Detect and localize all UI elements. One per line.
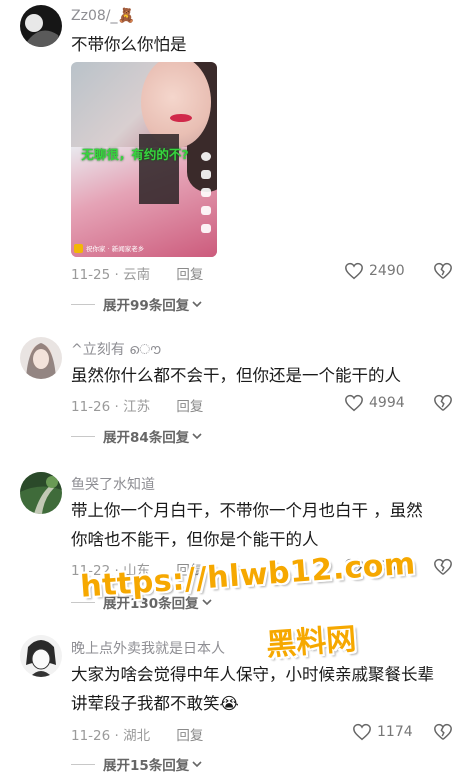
like-count: 1174	[377, 724, 413, 740]
chevron-down-icon	[192, 301, 202, 308]
broken-heart-icon	[434, 558, 452, 575]
dislike-button[interactable]	[433, 558, 453, 580]
like-button[interactable]: 4994	[344, 394, 405, 412]
heart-icon	[345, 262, 363, 280]
comment-location: 湖北	[123, 728, 151, 744]
avatar[interactable]	[20, 5, 62, 47]
comment-date: 11-26	[71, 399, 111, 415]
avatar[interactable]	[20, 635, 62, 677]
reply-button[interactable]: 回复	[176, 399, 203, 415]
meta-separator: ·	[110, 399, 124, 415]
like-count: 2490	[369, 263, 405, 279]
reply-button[interactable]: 回复	[176, 267, 203, 283]
heart-icon	[353, 723, 371, 741]
comment-location: 云南	[123, 267, 151, 283]
video-thumbnail[interactable]: 无聊很，有约的不? 祝你家 · 新闻家老乡	[71, 62, 217, 257]
username[interactable]: ^立刻有 ൌ	[71, 339, 161, 359]
broken-heart-icon	[434, 723, 452, 740]
meta-separator: ·	[110, 267, 124, 283]
like-count: 4994	[369, 395, 405, 411]
comment-date: 11-25	[71, 267, 111, 283]
dislike-button[interactable]	[433, 262, 453, 284]
username[interactable]: 晚上点外卖我就是日本人	[71, 638, 225, 658]
heart-icon	[201, 170, 211, 179]
video-footer-text: 祝你家 · 新闻家老乡	[86, 245, 145, 253]
comment-meta: 11-26 · 湖北 回复	[71, 724, 203, 744]
star-icon	[201, 206, 211, 215]
expand-replies[interactable]: 展开84条回复	[71, 426, 202, 446]
comment-meta: 11-26 · 江苏 回复	[71, 395, 203, 415]
video-image-lace	[139, 134, 179, 204]
broken-heart-icon	[434, 262, 452, 279]
video-caption: 无聊很，有约的不?	[81, 147, 189, 162]
reply-button[interactable]: 回复	[176, 728, 203, 744]
broken-heart-icon	[434, 394, 452, 411]
meta-separator: ·	[110, 728, 124, 744]
dislike-button[interactable]	[433, 723, 453, 745]
comment-text: 带上你一个月白干，不带你一个月也白干 ，虽然 你啥也不能干，但你是个能干的人	[71, 496, 447, 554]
avatar[interactable]	[20, 472, 62, 514]
chevron-down-icon	[202, 599, 212, 606]
divider	[71, 303, 95, 305]
divider	[71, 763, 95, 765]
comment-location: 江苏	[123, 399, 151, 415]
chevron-down-icon	[192, 761, 202, 768]
comment-text: 大家为啥会觉得中年人保守，小时候亲戚聚餐长辈 讲荤段子我都不敢笑😭	[71, 660, 447, 718]
share-icon	[201, 224, 211, 233]
expand-replies[interactable]: 展开99条回复	[71, 294, 202, 314]
divider	[71, 435, 95, 437]
video-image-lips	[170, 114, 192, 122]
avatar[interactable]	[20, 337, 62, 379]
comment-text-line: 大家为啥会觉得中年人保守，小时候亲戚聚餐长辈	[71, 665, 434, 684]
comment-date: 11-26	[71, 728, 111, 744]
app-icon	[74, 243, 83, 253]
like-button[interactable]: 1174	[352, 723, 413, 741]
comment-text: 不带你么你怕是	[71, 35, 187, 54]
username[interactable]: 鱼哭了水知道	[71, 474, 155, 494]
chevron-down-icon	[192, 433, 202, 440]
comment-text: 虽然你什么都不会干，但你还是一个能干的人	[71, 366, 401, 385]
username[interactable]: Zz08/_🧸	[71, 8, 135, 24]
comment-text-line: 讲荤段子我都不敢笑😭	[71, 694, 239, 713]
like-button[interactable]: 2490	[344, 262, 405, 280]
comment-meta: 11-25 · 云南 回复	[71, 263, 203, 283]
comment-icon	[201, 188, 211, 197]
expand-label: 展开99条回复	[103, 298, 190, 314]
video-footer: 祝你家 · 新闻家老乡	[74, 243, 144, 253]
expand-replies[interactable]: 展开15条回复	[71, 754, 202, 774]
heart-icon	[345, 394, 363, 412]
expand-label: 展开84条回复	[103, 430, 190, 446]
watermark-url: https://hlwb12.com	[79, 546, 417, 605]
dislike-button[interactable]	[433, 394, 453, 416]
comment-text-line: 带上你一个月白干，不带你一个月也白干 ，虽然	[71, 501, 423, 520]
avatar-icon	[201, 152, 211, 161]
video-side-actions	[199, 152, 213, 233]
watermark-brand: 黑料网	[265, 621, 358, 664]
expand-label: 展开15条回复	[103, 758, 190, 774]
